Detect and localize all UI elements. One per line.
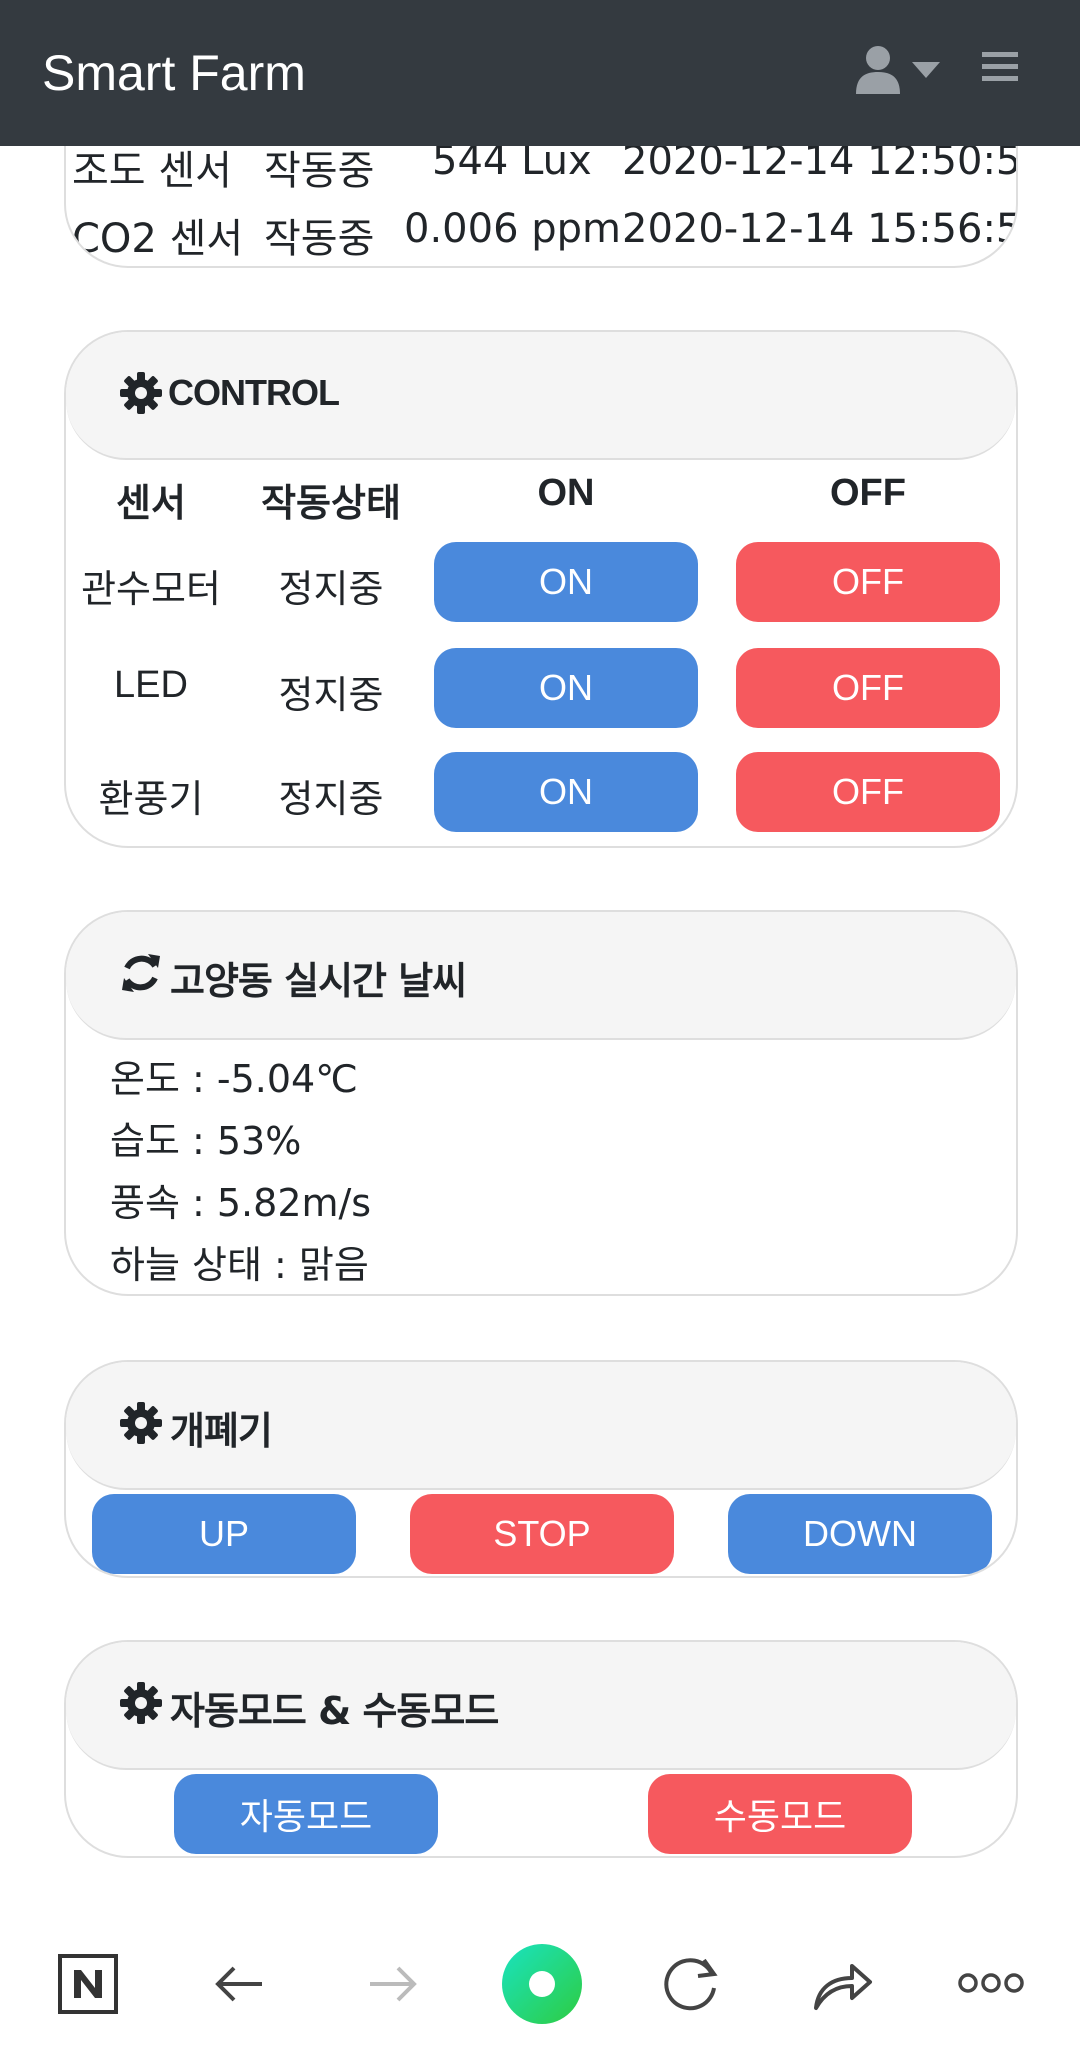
irrigation-off-button[interactable]: OFF: [736, 542, 1000, 622]
user-icon[interactable]: [854, 44, 902, 94]
control-title: CONTROL: [168, 372, 340, 413]
sensor-status: 작동중: [264, 216, 375, 262]
sensor-name: 조도 센서: [72, 148, 232, 194]
opener-down-button[interactable]: DOWN: [728, 1494, 992, 1574]
auto-mode-button[interactable]: 자동모드: [174, 1774, 438, 1854]
hamburger-menu-icon[interactable]: [982, 50, 1018, 84]
fan-off-button[interactable]: OFF: [736, 752, 1000, 832]
control-device-status: 정지중: [278, 567, 384, 611]
caret-down-icon[interactable]: [912, 62, 940, 78]
sensor-time: 2020-12-14 15:56:51: [622, 206, 1018, 252]
control-card-header: CONTROL: [66, 332, 1016, 460]
share-icon[interactable]: [812, 1954, 874, 2012]
weather-card: 고양동 실시간 날씨 온도 : -5.04℃ 습도 : 53% 풍속 : 5.8…: [64, 910, 1018, 1296]
opener-title: 개폐기: [170, 1409, 273, 1453]
gear-icon: [120, 1682, 162, 1724]
opener-up-button[interactable]: UP: [92, 1494, 356, 1574]
gear-icon: [120, 372, 162, 414]
control-device-status: 정지중: [278, 673, 384, 717]
browser-bottom-bar: [0, 1908, 1080, 2050]
fan-on-button[interactable]: ON: [434, 752, 698, 832]
control-device-name: LED: [114, 664, 188, 706]
control-device-name: 관수모터: [81, 567, 221, 611]
col-header-status: 작동상태: [261, 481, 401, 525]
reload-icon[interactable]: [660, 1952, 722, 2014]
gear-icon: [120, 1402, 162, 1444]
sensor-value: 0.006 ppm: [404, 206, 621, 252]
weather-humidity: 습도 : 53%: [110, 1119, 302, 1163]
weather-title: 고양동 실시간 날씨: [170, 959, 467, 1003]
col-header-on: ON: [537, 472, 595, 514]
more-dots-icon[interactable]: [958, 1970, 1024, 1996]
sensor-status: 작동중: [264, 148, 375, 194]
opener-card-header: 개폐기: [66, 1362, 1016, 1490]
weather-card-header: 고양동 실시간 날씨: [66, 912, 1016, 1040]
sensor-name: CO2 센서: [72, 216, 244, 262]
mode-card-header: 자동모드 & 수동모드: [66, 1642, 1016, 1770]
control-card: CONTROL 센서 작동상태 ON OFF 관수모터 정지중 ON OFF L…: [64, 330, 1018, 848]
refresh-icon[interactable]: [120, 952, 162, 994]
control-device-name: 환풍기: [98, 777, 204, 821]
weather-temperature: 온도 : -5.04℃: [110, 1057, 358, 1101]
weather-wind-speed: 풍속 : 5.82m/s: [110, 1181, 372, 1225]
manual-mode-button[interactable]: 수동모드: [648, 1774, 912, 1854]
green-dot-home-icon[interactable]: [500, 1942, 584, 2026]
led-on-button[interactable]: ON: [434, 648, 698, 728]
mode-card: 자동모드 & 수동모드 자동모드 수동모드: [64, 1640, 1018, 1858]
brand-title[interactable]: Smart Farm: [42, 44, 306, 102]
col-header-off: OFF: [830, 472, 906, 514]
back-arrow-icon[interactable]: [212, 1956, 268, 2012]
naver-n-icon[interactable]: [58, 1954, 118, 2014]
top-navbar: Smart Farm: [0, 0, 1080, 146]
mode-title: 자동모드 & 수동모드: [170, 1689, 499, 1733]
opener-card: 개폐기 UP STOP DOWN: [64, 1360, 1018, 1578]
col-header-sensor: 센서: [116, 481, 186, 525]
opener-stop-button[interactable]: STOP: [410, 1494, 674, 1574]
forward-arrow-icon[interactable]: [364, 1956, 420, 2012]
led-off-button[interactable]: OFF: [736, 648, 1000, 728]
weather-sky-status: 하늘 상태 : 맑음: [110, 1243, 369, 1287]
sensor-row: 조도 센서 작동중 544 Lux 2020-12-14 12:50:56: [66, 138, 1016, 198]
control-device-status: 정지중: [278, 777, 384, 821]
irrigation-on-button[interactable]: ON: [434, 542, 698, 622]
sensor-row: CO2 센서 작동중 0.006 ppm 2020-12-14 15:56:51: [66, 206, 1016, 266]
